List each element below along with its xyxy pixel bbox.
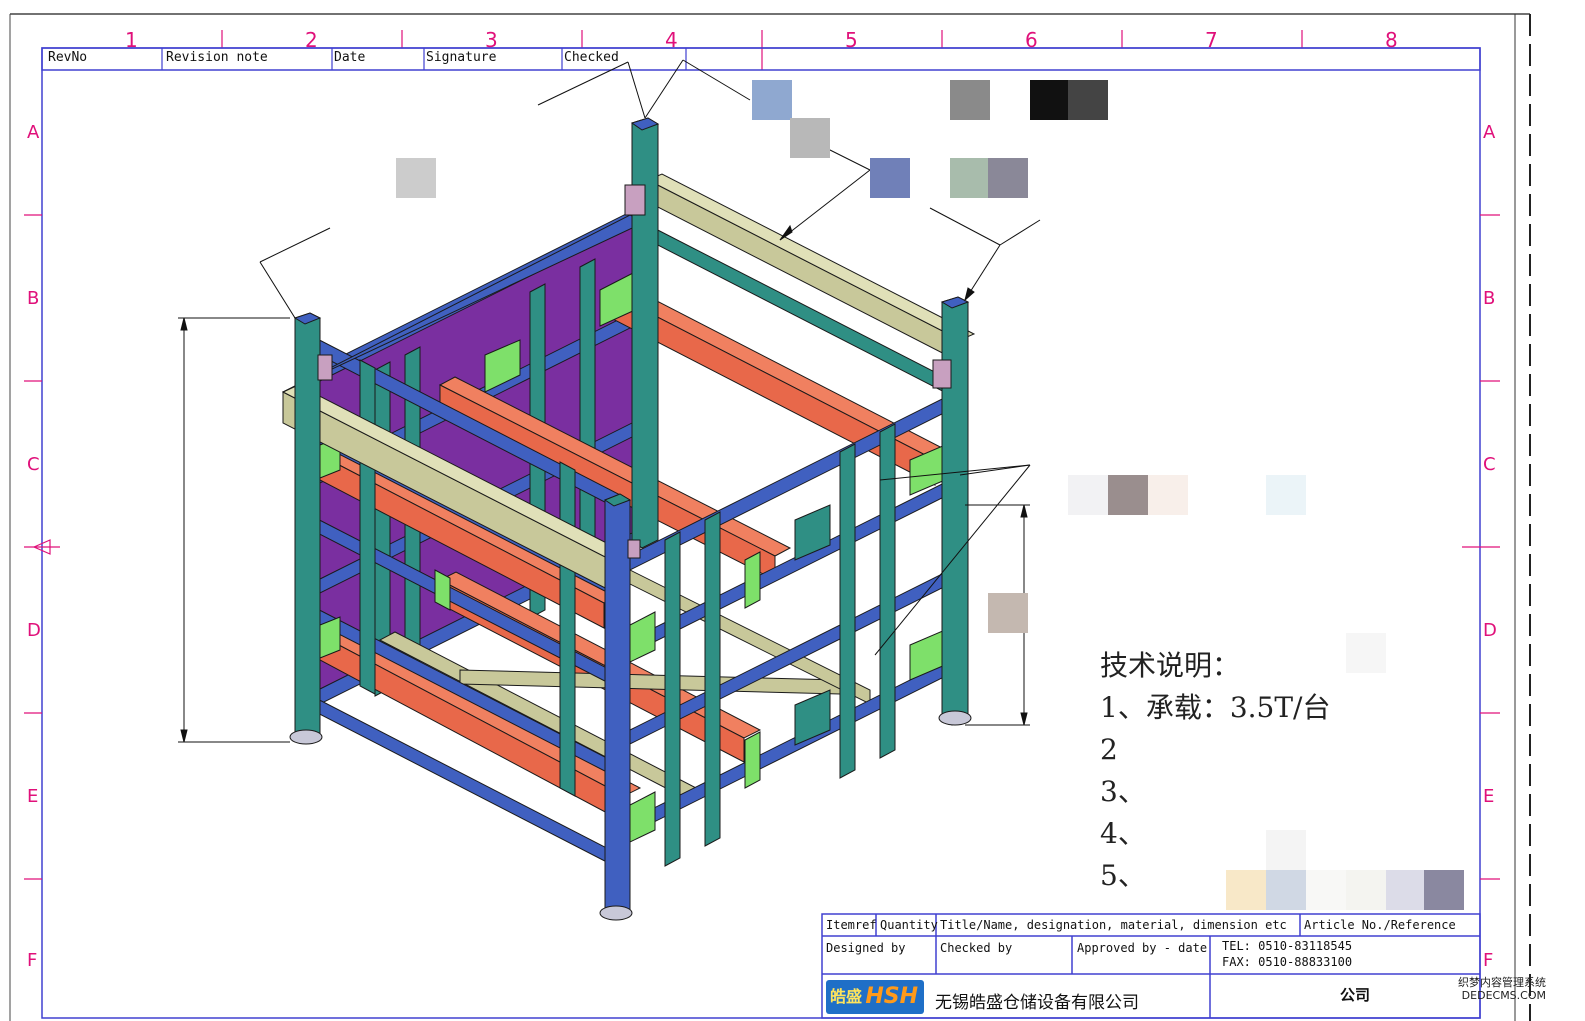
grid-column-label: 4	[665, 28, 678, 52]
revision-header-signature: Signature	[426, 50, 497, 65]
company-short: 公司	[1340, 986, 1371, 1004]
grid-column-label: 6	[1025, 28, 1038, 52]
technical-notes: 技术说明： 1、承载：3.5T/台 2 3、 4、 5、	[1100, 645, 1330, 897]
title-block-designed-by: Designed by	[826, 941, 906, 955]
title-block-quantity: Quantity	[880, 918, 938, 932]
grid-row-label: E	[27, 786, 39, 807]
grid-column-label: 3	[485, 28, 498, 52]
grid-row-label: D	[1483, 620, 1497, 641]
title-block-fax: FAX: 0510-88833100	[1222, 955, 1353, 969]
grid-row-label: A	[1483, 122, 1496, 143]
grid-row-label: F	[27, 950, 38, 971]
grid-column-label: 2	[305, 28, 318, 52]
title-block-itemref: Itemref	[826, 918, 877, 932]
title-block-title-name: Title/Name, designation, material, dimen…	[940, 918, 1287, 932]
title-block-checked-by: Checked by	[940, 941, 1013, 955]
company-logo: 皓盛 HSH	[826, 980, 924, 1014]
technical-note-item: 3、	[1100, 775, 1146, 808]
technical-note-item: 1、承载：3.5T/台	[1100, 691, 1331, 724]
watermark: 织梦内容管理系统 DEDECMS.COM	[1458, 976, 1546, 1002]
title-block-article-no: Article No./Reference	[1304, 918, 1456, 932]
company-name: 无锡皓盛仓储设备有限公司	[935, 993, 1139, 1013]
grid-row-label: E	[1483, 786, 1495, 807]
grid-row-label: C	[1483, 454, 1496, 475]
logo-text: HSH	[865, 984, 918, 1009]
grid-row-label: B	[1483, 288, 1496, 309]
grid-row-label: F	[1483, 950, 1494, 971]
grid-row-label: A	[27, 122, 40, 143]
grid-column-label: 7	[1205, 28, 1218, 52]
grid-row-label: C	[27, 454, 40, 475]
technical-notes-title: 技术说明：	[1100, 649, 1241, 682]
grid-column-label: 8	[1385, 28, 1398, 52]
title-block-approved-by: Approved by - date	[1077, 941, 1208, 955]
watermark-line1: 织梦内容管理系统	[1458, 976, 1546, 989]
revision-header-date: Date	[334, 50, 366, 65]
grid-row-label: D	[27, 620, 41, 641]
stillage-rack-illustration	[281, 117, 976, 921]
grid-row-label: B	[27, 288, 40, 309]
technical-note-item: 2	[1100, 733, 1118, 766]
watermark-line2: DEDECMS.COM	[1461, 989, 1546, 1002]
revision-header-note: Revision note	[166, 50, 268, 65]
revision-header-checked: Checked	[564, 50, 619, 65]
logo-cn-text: 皓盛	[830, 987, 863, 1006]
revision-header-revno: RevNo	[48, 50, 88, 65]
technical-note-item: 4、	[1100, 817, 1146, 850]
grid-column-label: 1	[125, 28, 138, 52]
title-block-tel: TEL: 0510-83118545	[1222, 939, 1353, 953]
technical-note-item: 5、	[1100, 859, 1146, 892]
grid-column-label: 5	[845, 28, 858, 52]
